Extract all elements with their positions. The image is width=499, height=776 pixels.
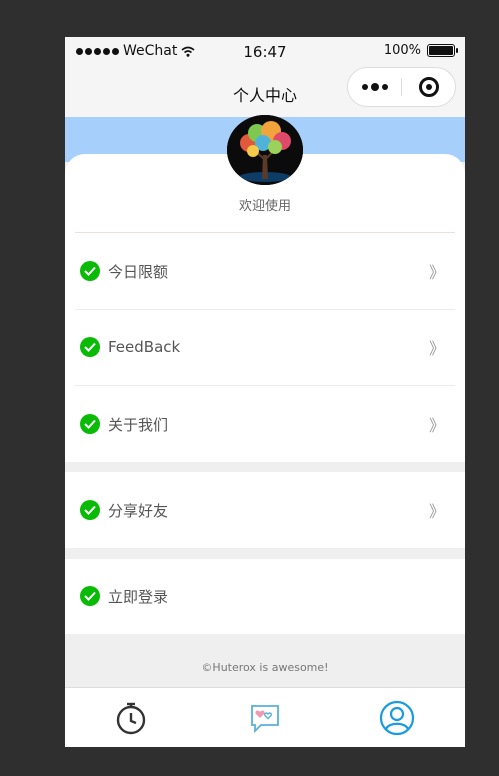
close-target-icon xyxy=(418,77,439,97)
menu-item-label: 关于我们 xyxy=(108,415,169,434)
chevron-right-icon: 》 xyxy=(428,339,445,358)
mini-program-capsule xyxy=(347,67,456,107)
menu-item-label: FeedBack xyxy=(108,338,181,356)
menu-item-feedback[interactable]: FeedBack 》 xyxy=(65,309,465,385)
user-icon xyxy=(379,700,415,736)
chevron-right-icon: 》 xyxy=(428,263,445,282)
menu-item-login[interactable]: 立即登录 xyxy=(65,558,465,634)
timer-icon xyxy=(116,702,146,735)
tab-timer[interactable] xyxy=(113,700,149,736)
close-button[interactable] xyxy=(402,77,455,97)
status-bar: WeChat 16:47 100% xyxy=(65,37,465,67)
row-divider xyxy=(75,548,455,549)
menu-item-label: 今日限额 xyxy=(108,262,169,281)
chat-heart-icon xyxy=(251,705,279,734)
tab-chat[interactable] xyxy=(247,700,283,736)
check-icon xyxy=(80,261,100,281)
footer-text: ©Huterox is awesome! xyxy=(201,661,329,674)
tree-avatar-image xyxy=(227,115,303,185)
chevron-right-icon: 》 xyxy=(428,416,445,435)
menu-item-label: 分享好友 xyxy=(108,501,169,520)
check-icon xyxy=(80,500,100,520)
chevron-right-icon: 》 xyxy=(428,502,445,521)
menu-item-share-friends[interactable]: 分享好友 》 xyxy=(65,472,465,548)
battery-status: 100% xyxy=(383,43,458,58)
menu-item-about-us[interactable]: 关于我们 》 xyxy=(65,386,465,462)
phone-screen: WeChat 16:47 100% 个人中心 欢迎使用 今日限额 》 FeedB… xyxy=(65,37,465,747)
check-icon xyxy=(80,414,100,434)
battery-percent: 100% xyxy=(383,43,421,58)
avatar[interactable] xyxy=(227,115,303,185)
battery-icon xyxy=(427,44,458,57)
tab-bar xyxy=(65,687,465,747)
more-menu-button[interactable] xyxy=(348,82,401,91)
welcome-text: 欢迎使用 xyxy=(238,199,291,214)
menu-item-label: 立即登录 xyxy=(108,587,169,606)
menu-item-daily-limit[interactable]: 今日限额 》 xyxy=(65,233,465,309)
check-icon xyxy=(80,586,100,606)
nav-bar: 个人中心 xyxy=(65,67,465,117)
check-icon xyxy=(80,337,100,357)
tab-profile[interactable] xyxy=(379,700,415,736)
